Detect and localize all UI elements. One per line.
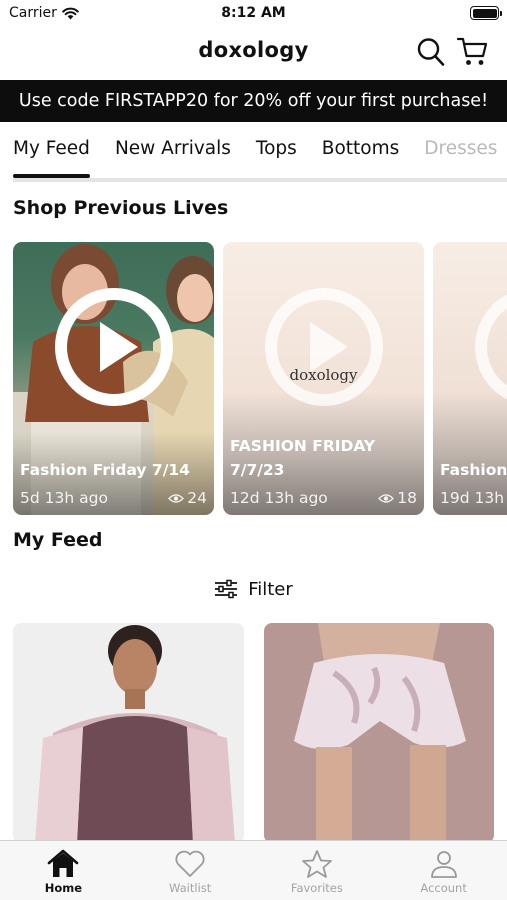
tabbar-waitlist-label: Waitlist bbox=[168, 881, 212, 895]
section-title-my-feed: My Feed bbox=[13, 529, 103, 551]
cart-icon[interactable] bbox=[456, 36, 490, 68]
live-card-title-line1: FASHION FRIDAY bbox=[230, 437, 376, 455]
person-icon bbox=[430, 851, 457, 878]
tabbar-favorites-label: Favorites bbox=[290, 881, 343, 895]
sliders-icon bbox=[215, 579, 238, 599]
tabbar-waitlist[interactable]: Waitlist bbox=[127, 841, 254, 900]
play-icon[interactable] bbox=[55, 288, 173, 406]
tab-bottoms[interactable]: Bottoms bbox=[322, 122, 400, 180]
tabbar-account-label: Account bbox=[420, 881, 467, 895]
eye-icon bbox=[168, 493, 185, 503]
live-card-age: 5d 13h ago bbox=[20, 489, 108, 507]
heart-icon bbox=[175, 850, 205, 877]
views-count: 24 bbox=[187, 489, 207, 507]
tabbar-home[interactable]: Home bbox=[0, 841, 127, 900]
previous-lives-carousel[interactable]: Fashion Friday 7/14 5d 13h ago 24 doxolo… bbox=[13, 242, 507, 515]
live-card[interactable]: Fashion Friday 7/14 5d 13h ago 24 bbox=[13, 242, 214, 515]
live-card[interactable]: Fashion 19d 13h bbox=[433, 242, 507, 515]
live-card-title: Fashion Friday 7/14 bbox=[20, 461, 190, 479]
app-header: doxology bbox=[0, 30, 507, 78]
star-icon bbox=[301, 850, 332, 878]
promo-text: Use code FIRSTAPP20 for 20% off your fir… bbox=[18, 91, 489, 111]
live-card-views: 18 bbox=[378, 489, 417, 507]
play-icon[interactable] bbox=[265, 288, 383, 406]
filter-label: Filter bbox=[248, 578, 293, 600]
tabbar-favorites[interactable]: Favorites bbox=[254, 841, 381, 900]
play-icon[interactable] bbox=[475, 288, 507, 406]
status-time: 8:12 AM bbox=[221, 5, 286, 21]
live-card-age: 12d 13h ago bbox=[230, 489, 328, 507]
tab-dresses[interactable]: Dresses bbox=[424, 122, 497, 180]
tabbar-home-label: Home bbox=[44, 881, 83, 895]
product-card[interactable] bbox=[13, 623, 244, 843]
live-card-title-line2: 7/7/23 bbox=[230, 461, 285, 479]
eye-icon bbox=[378, 493, 395, 503]
tab-new-arrivals[interactable]: New Arrivals bbox=[115, 122, 231, 180]
home-icon bbox=[48, 849, 79, 877]
views-count: 18 bbox=[397, 489, 417, 507]
bottom-tab-bar: Home Waitlist Favorites Account bbox=[0, 840, 507, 900]
status-bar: Carrier 8:12 AM bbox=[0, 0, 507, 28]
promo-banner[interactable]: Use code FIRSTAPP20 for 20% off your fir… bbox=[0, 80, 507, 122]
tabbar-account[interactable]: Account bbox=[380, 841, 507, 900]
category-tabs: My Feed New Arrivals Tops Bottoms Dresse… bbox=[0, 122, 507, 180]
product-image bbox=[294, 623, 466, 843]
tabs-divider bbox=[13, 178, 507, 182]
section-title-previous-lives: Shop Previous Lives bbox=[13, 197, 229, 219]
live-card-age: 19d 13h bbox=[440, 489, 505, 507]
live-card[interactable]: doxology FASHION FRIDAY 7/7/23 12d 13h a… bbox=[223, 242, 424, 515]
product-card[interactable] bbox=[264, 623, 494, 843]
filter-button[interactable]: Filter bbox=[0, 576, 507, 602]
product-image bbox=[35, 625, 235, 843]
tab-tops[interactable]: Tops bbox=[256, 122, 297, 180]
live-card-views: 24 bbox=[168, 489, 207, 507]
live-card-title: Fashion bbox=[440, 461, 507, 479]
battery-icon bbox=[470, 6, 502, 20]
search-icon[interactable] bbox=[416, 36, 446, 68]
tab-my-feed[interactable]: My Feed bbox=[13, 122, 90, 180]
live-card-logo: doxology bbox=[289, 366, 358, 384]
